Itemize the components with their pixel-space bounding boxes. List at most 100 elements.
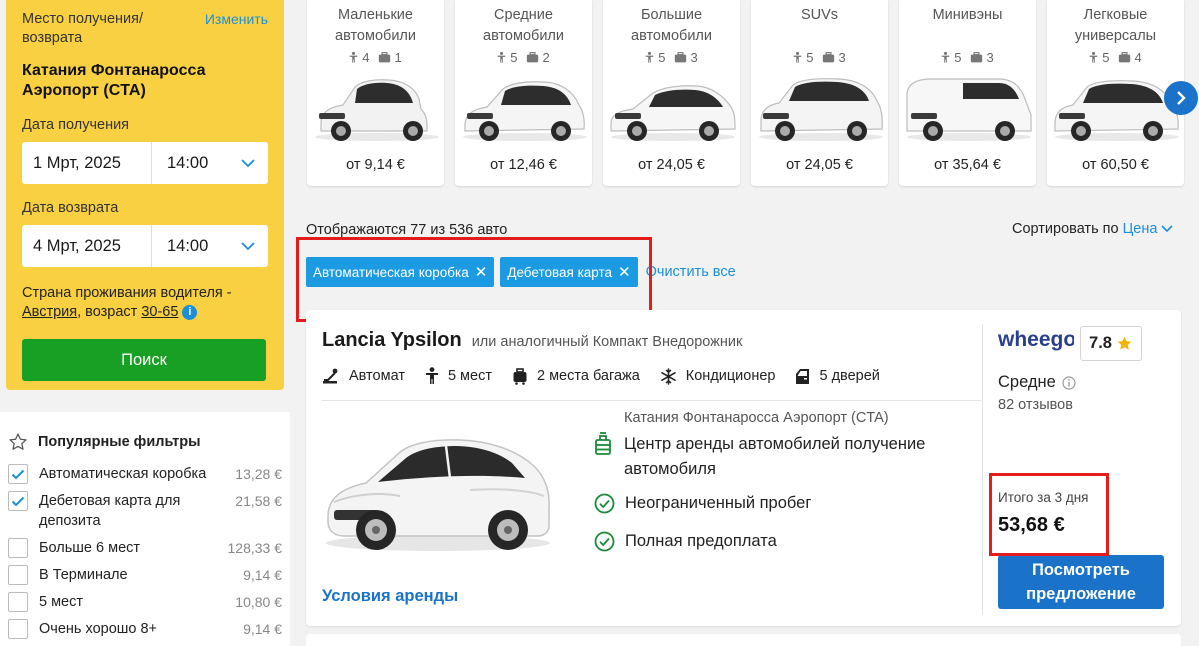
person-icon [645,51,654,64]
search-panel: Место получения/ возврата Изменить Катан… [6,0,284,390]
rental-terms-link[interactable]: Условия аренды [322,587,458,606]
filter-checkbox[interactable] [8,538,28,558]
category-card[interactable]: Маленькие автомобили 4 1 от 9,14 € [307,0,444,186]
category-specs: 53 [899,49,1036,65]
pickup-date-input[interactable]: 1 Мрт, 2025 [22,142,152,184]
filter-option[interactable]: Очень хорошо 8+ 9,14 € [8,619,282,639]
filter-price: 13,28 € [235,466,282,482]
feature-seats: 5 мест [425,367,492,385]
seats-count: 4 [349,50,370,65]
close-icon[interactable]: ✕ [618,263,631,281]
filter-option[interactable]: В Терминале 9,14 € [8,565,282,585]
category-specs: 54 [1047,49,1184,65]
snowflake-icon [660,367,676,385]
category-specs: 53 [603,49,740,65]
feature-transmission: Автомат [322,367,405,385]
bags-count: 3 [970,50,994,65]
results-count: Отображаются 77 из 536 авто [306,222,508,238]
category-specs: 52 [455,49,592,65]
filter-chip-debit-card[interactable]: Дебетовая карта ✕ [500,257,638,287]
category-card[interactable]: Легковые универсалы 5 4 от 60,50 € [1047,0,1184,186]
seats-count: 5 [793,50,814,65]
car-model: Lancia Ypsilon [322,329,462,351]
pickup-datetime-field[interactable]: 1 Мрт, 2025 14:00 [22,142,268,184]
bags-count: 1 [378,50,402,65]
age-link[interactable]: 30-65 [141,304,178,320]
country-link[interactable]: Австрия [22,304,77,320]
search-button[interactable]: Поиск [22,339,266,381]
filter-price: 21,58 € [235,493,282,509]
carousel-next-button[interactable] [1164,81,1198,115]
category-card[interactable]: Средние автомобили 5 2 от 12,46 € [455,0,592,186]
filter-checkbox[interactable] [8,565,28,585]
category-price: от 12,46 € [490,157,557,173]
bags-count: 3 [822,50,846,65]
pickup-time-select[interactable]: 14:00 [152,142,228,184]
return-date-input[interactable]: 4 Мрт, 2025 [22,225,152,267]
view-offer-button[interactable]: Посмотреть предложение [998,555,1164,609]
car-image [326,439,550,551]
seats-count: 5 [1089,50,1110,65]
check-circle-icon [594,493,615,514]
filter-option[interactable]: Больше 6 мест 128,33 € [8,538,282,558]
clear-all-link[interactable]: Очистить все [646,264,736,280]
offer-card: Lancia Ypsilon или аналогичный Компакт В… [306,310,1181,626]
feature-doors: 5 дверей [795,367,880,385]
filter-option[interactable]: Дебетовая карта для депозита 21,58 € [8,491,282,531]
sort-control[interactable]: Сортировать по Цена [1012,221,1174,237]
category-card[interactable]: Большие автомобили 5 3 от 24,05 € [603,0,740,186]
sort-value[interactable]: Цена [1123,221,1158,237]
divider [982,324,983,614]
category-specs: 41 [307,49,444,65]
chevron-down-icon[interactable] [228,225,268,267]
supplier-logo: wheego [998,328,1074,351]
filter-label: Дебетовая карта для депозита [39,493,181,529]
filters-title-text: Популярные фильтры [38,434,201,450]
category-price: от 60,50 € [1082,157,1149,173]
filter-checkbox[interactable] [8,619,28,639]
checkmark-icon [11,496,25,506]
filter-checkbox[interactable] [8,592,28,612]
star-outline-icon [8,432,28,452]
category-name: Маленькие автомобили [335,7,416,44]
category-card[interactable]: SUVs 5 3 от 24,05 € [751,0,888,186]
offer-details: Lancia Ypsilon или аналогичный Компакт В… [306,310,981,626]
offer-title: Lancia Ypsilon или аналогичный Компакт В… [322,329,742,352]
location-header: Место получения/ возврата Изменить [22,10,268,48]
feature-ac: Кондиционер [660,367,775,385]
info-icon [1062,375,1076,390]
reviews-count[interactable]: 82 отзывов [998,397,1073,413]
info-icon[interactable]: i [182,305,198,320]
pickup-location: Катания Фонтанаросса Аэропорт (CTA) [22,62,206,99]
filter-checkbox[interactable] [8,491,28,511]
return-datetime-field[interactable]: 4 Мрт, 2025 14:00 [22,225,268,267]
filter-option[interactable]: Автоматическая коробка 13,28 € [8,464,282,484]
filter-checkbox[interactable] [8,464,28,484]
rating-badge: 7.8 [1080,326,1142,361]
filter-option[interactable]: 5 мест 10,80 € [8,592,282,612]
category-name: Большие автомобили [631,7,712,44]
return-time-select[interactable]: 14:00 [152,225,228,267]
category-car-image [751,71,888,145]
total-label: Итого за 3 дня [998,490,1089,505]
gear-shift-icon [323,368,338,384]
change-location-link[interactable]: Изменить [205,11,268,27]
car-similar-text: или аналогичный Компакт Внедорожник [471,334,743,350]
driver-country-info: Страна проживания водителя - Австрия, во… [22,284,268,322]
close-icon[interactable]: ✕ [475,263,488,281]
category-car-image [899,71,1036,145]
car-features: Автомат 5 мест 2 места багажа Кондиционе… [322,367,880,385]
active-filters: Автоматическая коробка ✕ Дебетовая карта… [306,257,736,287]
check-circle-icon [594,531,615,552]
bags-count: 4 [1118,50,1142,65]
filter-label: Больше 6 мест [39,540,141,556]
seats-count: 5 [941,50,962,65]
svg-text:wheego: wheego [998,328,1074,351]
category-name: Минивэны [932,7,1003,23]
popular-filters-title: Популярные фильтры [8,432,282,452]
age-prefix: , возраст [77,304,138,320]
chevron-down-icon [1161,225,1174,233]
category-card[interactable]: Минивэны 5 3 от 35,64 € [899,0,1036,186]
chevron-down-icon[interactable] [228,142,268,184]
filter-chip-automatic[interactable]: Автоматическая коробка ✕ [306,257,495,287]
